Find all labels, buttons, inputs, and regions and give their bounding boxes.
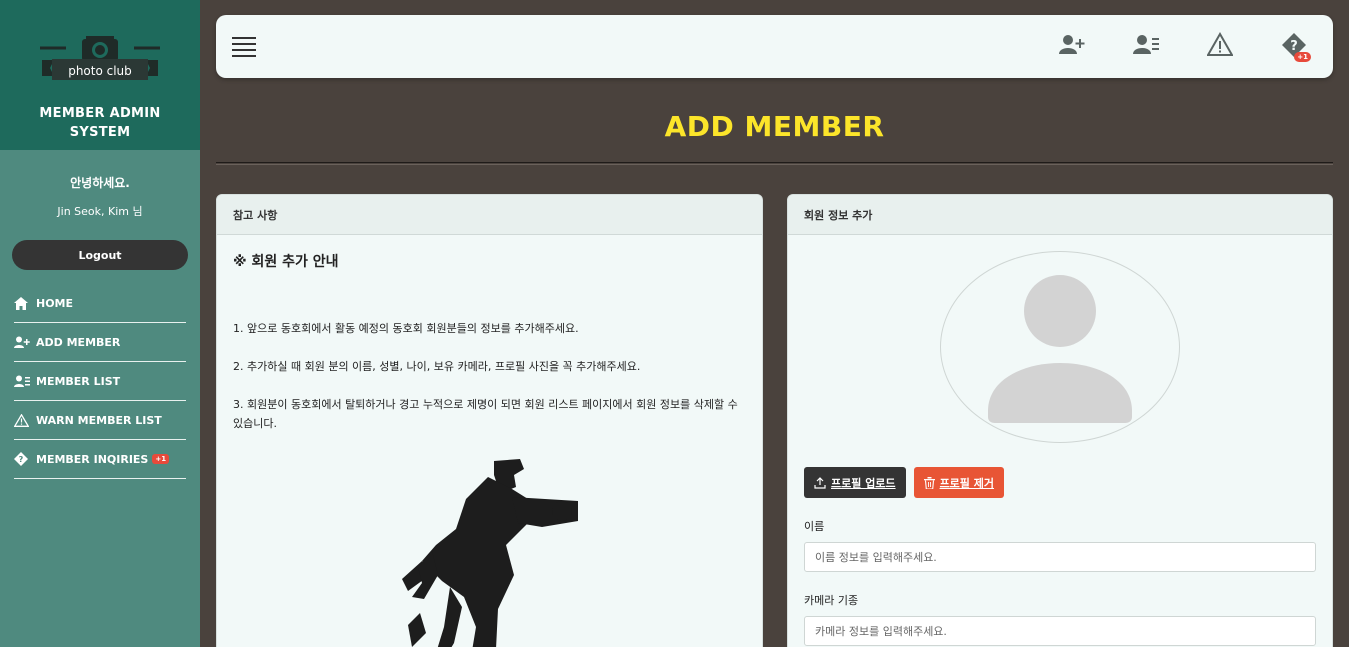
photo-club-logo[interactable]: photo club [40, 30, 160, 90]
upload-icon [814, 476, 826, 489]
greeting-text: 안녕하세요. [70, 176, 130, 190]
brand-area: photo club MEMBER ADMIN SYSTEM [0, 0, 200, 150]
sidebar-item-label: WARN MEMBER LIST [36, 413, 162, 427]
profile-actions: 프로필 업로드 프로필 제거 [804, 467, 1316, 498]
sidebar: photo club MEMBER ADMIN SYSTEM 안녕하세요. Ji… [0, 0, 200, 647]
notice-title: ※ 회원 추가 안내 [233, 254, 339, 270]
inquiries-shortcut[interactable]: ? +1 [1281, 32, 1311, 62]
svg-text:?: ? [19, 455, 24, 464]
brand-title-line2: SYSTEM [69, 125, 131, 140]
user-list-icon [1133, 35, 1159, 54]
home-icon [14, 296, 36, 310]
user-plus-icon [14, 336, 36, 349]
card-body: ※ 회원 추가 안내 1. 앞으로 동호회에서 활동 예정의 동호회 회원분들의… [217, 235, 762, 449]
notice-item-3: 3. 회원분이 동호회에서 탈퇴하거나 경고 누적으로 제명이 되면 회원 리스… [233, 398, 738, 430]
sidebar-nav: HOME ADD MEMBER MEMBER LIST WARN MEMBER … [14, 284, 186, 479]
sidebar-item-home[interactable]: HOME [14, 284, 186, 323]
inquiry-count-badge: +1 [1294, 52, 1311, 62]
add-member-shortcut[interactable] [1059, 32, 1085, 58]
profile-remove-label: 프로필 제거 [939, 476, 994, 490]
user-name: Jin Seok, Kim 님 [57, 205, 143, 218]
user-plus-icon [1059, 35, 1085, 54]
warn-member-shortcut[interactable] [1206, 31, 1234, 58]
sidebar-item-label: ADD MEMBER [36, 335, 121, 349]
logout-button[interactable]: Logout [12, 240, 188, 270]
name-input[interactable] [804, 542, 1316, 572]
warning-icon [14, 413, 36, 427]
warning-icon [1206, 31, 1234, 56]
member-list-shortcut[interactable] [1133, 32, 1159, 58]
sidebar-item-label: MEMBER INQIRIES [36, 452, 149, 466]
card-body: 프로필 업로드 프로필 제거 이름 카메라 기종 [788, 235, 1332, 647]
inquiry-count-badge: +1 [152, 454, 170, 464]
brand-title: MEMBER ADMIN SYSTEM [39, 104, 160, 142]
sidebar-item-label: MEMBER LIST [36, 374, 121, 388]
sidebar-item-label: HOME [36, 296, 74, 310]
name-label: 이름 [804, 520, 825, 533]
sidebar-item-warn-member-list[interactable]: WARN MEMBER LIST [14, 401, 186, 440]
question-icon: ? [14, 452, 36, 466]
trash-icon [923, 476, 935, 489]
camera-input[interactable] [804, 616, 1316, 646]
photographer-illustration [402, 457, 582, 647]
card-header: 회원 정보 추가 [788, 195, 1332, 235]
user-list-icon [14, 375, 36, 388]
member-form-card: 회원 정보 추가 프로필 업로드 프로필 제거 이름 카메라 기종 [787, 194, 1333, 647]
hamburger-menu-icon[interactable] [232, 35, 256, 57]
logo-text: photo club [68, 64, 132, 78]
user-greeting: 안녕하세요. Jin Seok, Kim 님 [0, 174, 200, 219]
topbar: ? +1 [216, 15, 1333, 78]
sidebar-item-member-inquiries[interactable]: ? MEMBER INQIRIES +1 [14, 440, 186, 479]
notice-item-1: 1. 앞으로 동호회에서 활동 예정의 동호회 회원분들의 정보를 추가해주세요… [233, 322, 579, 335]
page-title: ADD MEMBER [664, 110, 885, 143]
camera-label: 카메라 기종 [804, 594, 859, 607]
sidebar-item-add-member[interactable]: ADD MEMBER [14, 323, 186, 362]
sidebar-item-member-list[interactable]: MEMBER LIST [14, 362, 186, 401]
topbar-actions: ? +1 [1059, 31, 1311, 62]
title-divider [216, 162, 1333, 165]
user-silhouette-icon [988, 275, 1132, 423]
brand-title-line1: MEMBER ADMIN [39, 106, 161, 121]
profile-remove-button[interactable]: 프로필 제거 [913, 467, 1004, 498]
profile-upload-button[interactable]: 프로필 업로드 [804, 467, 906, 498]
card-header: 참고 사항 [217, 195, 762, 235]
notice-item-2: 2. 추가하실 때 회원 분의 이름, 성별, 나이, 보유 카메라, 프로필 … [233, 360, 641, 373]
profile-upload-label: 프로필 업로드 [831, 476, 896, 490]
profile-avatar[interactable] [940, 251, 1180, 443]
notice-card: 참고 사항 ※ 회원 추가 안내 1. 앞으로 동호회에서 활동 예정의 동호회… [216, 194, 763, 647]
